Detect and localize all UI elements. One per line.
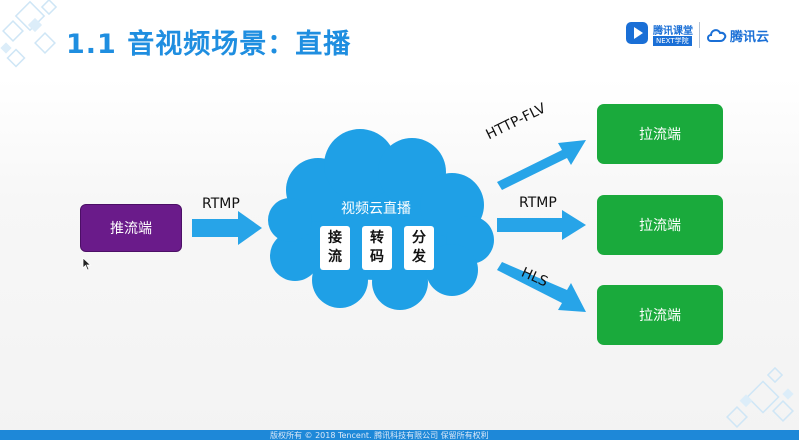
stage-distribute: 分发 <box>404 226 434 270</box>
cloud-label: 视频云直播 <box>341 201 411 217</box>
stage-ingest-label: 接流 <box>328 230 342 265</box>
pull-client-label-3: 拉流端 <box>639 308 681 324</box>
stage-transcode: 转码 <box>362 226 392 270</box>
pull-client-label-1: 拉流端 <box>639 127 681 143</box>
stage-distribute-label: 分发 <box>412 230 426 265</box>
push-client-box: 推流端 <box>80 204 182 252</box>
pull-client-box-1: 拉流端 <box>597 104 723 164</box>
push-client-label: 推流端 <box>110 221 152 237</box>
output-protocol-label-2: RTMP <box>519 195 557 211</box>
mouse-cursor-icon <box>82 257 92 271</box>
stage-ingest: 接流 <box>320 226 350 270</box>
stage-transcode-label: 转码 <box>370 230 384 265</box>
cloud-shape <box>268 129 494 310</box>
arrow-cloud-to-pull-1 <box>497 140 586 190</box>
slide-canvas: 1.1 音视频场景：直播 腾讯课堂 NEXT学院 腾讯云 推流端 RTMP 视频… <box>0 0 799 440</box>
footer-copyright: 版权所有 © 2018 Tencent. 腾讯科技有限公司 保留所有权利 <box>270 431 489 440</box>
pull-client-label-2: 拉流端 <box>639 218 681 234</box>
push-protocol-label: RTMP <box>202 196 240 212</box>
pull-client-box-2: 拉流端 <box>597 195 723 255</box>
arrow-push-to-cloud <box>192 211 262 245</box>
pull-client-box-3: 拉流端 <box>597 285 723 345</box>
arrow-cloud-to-pull-2 <box>497 210 586 240</box>
